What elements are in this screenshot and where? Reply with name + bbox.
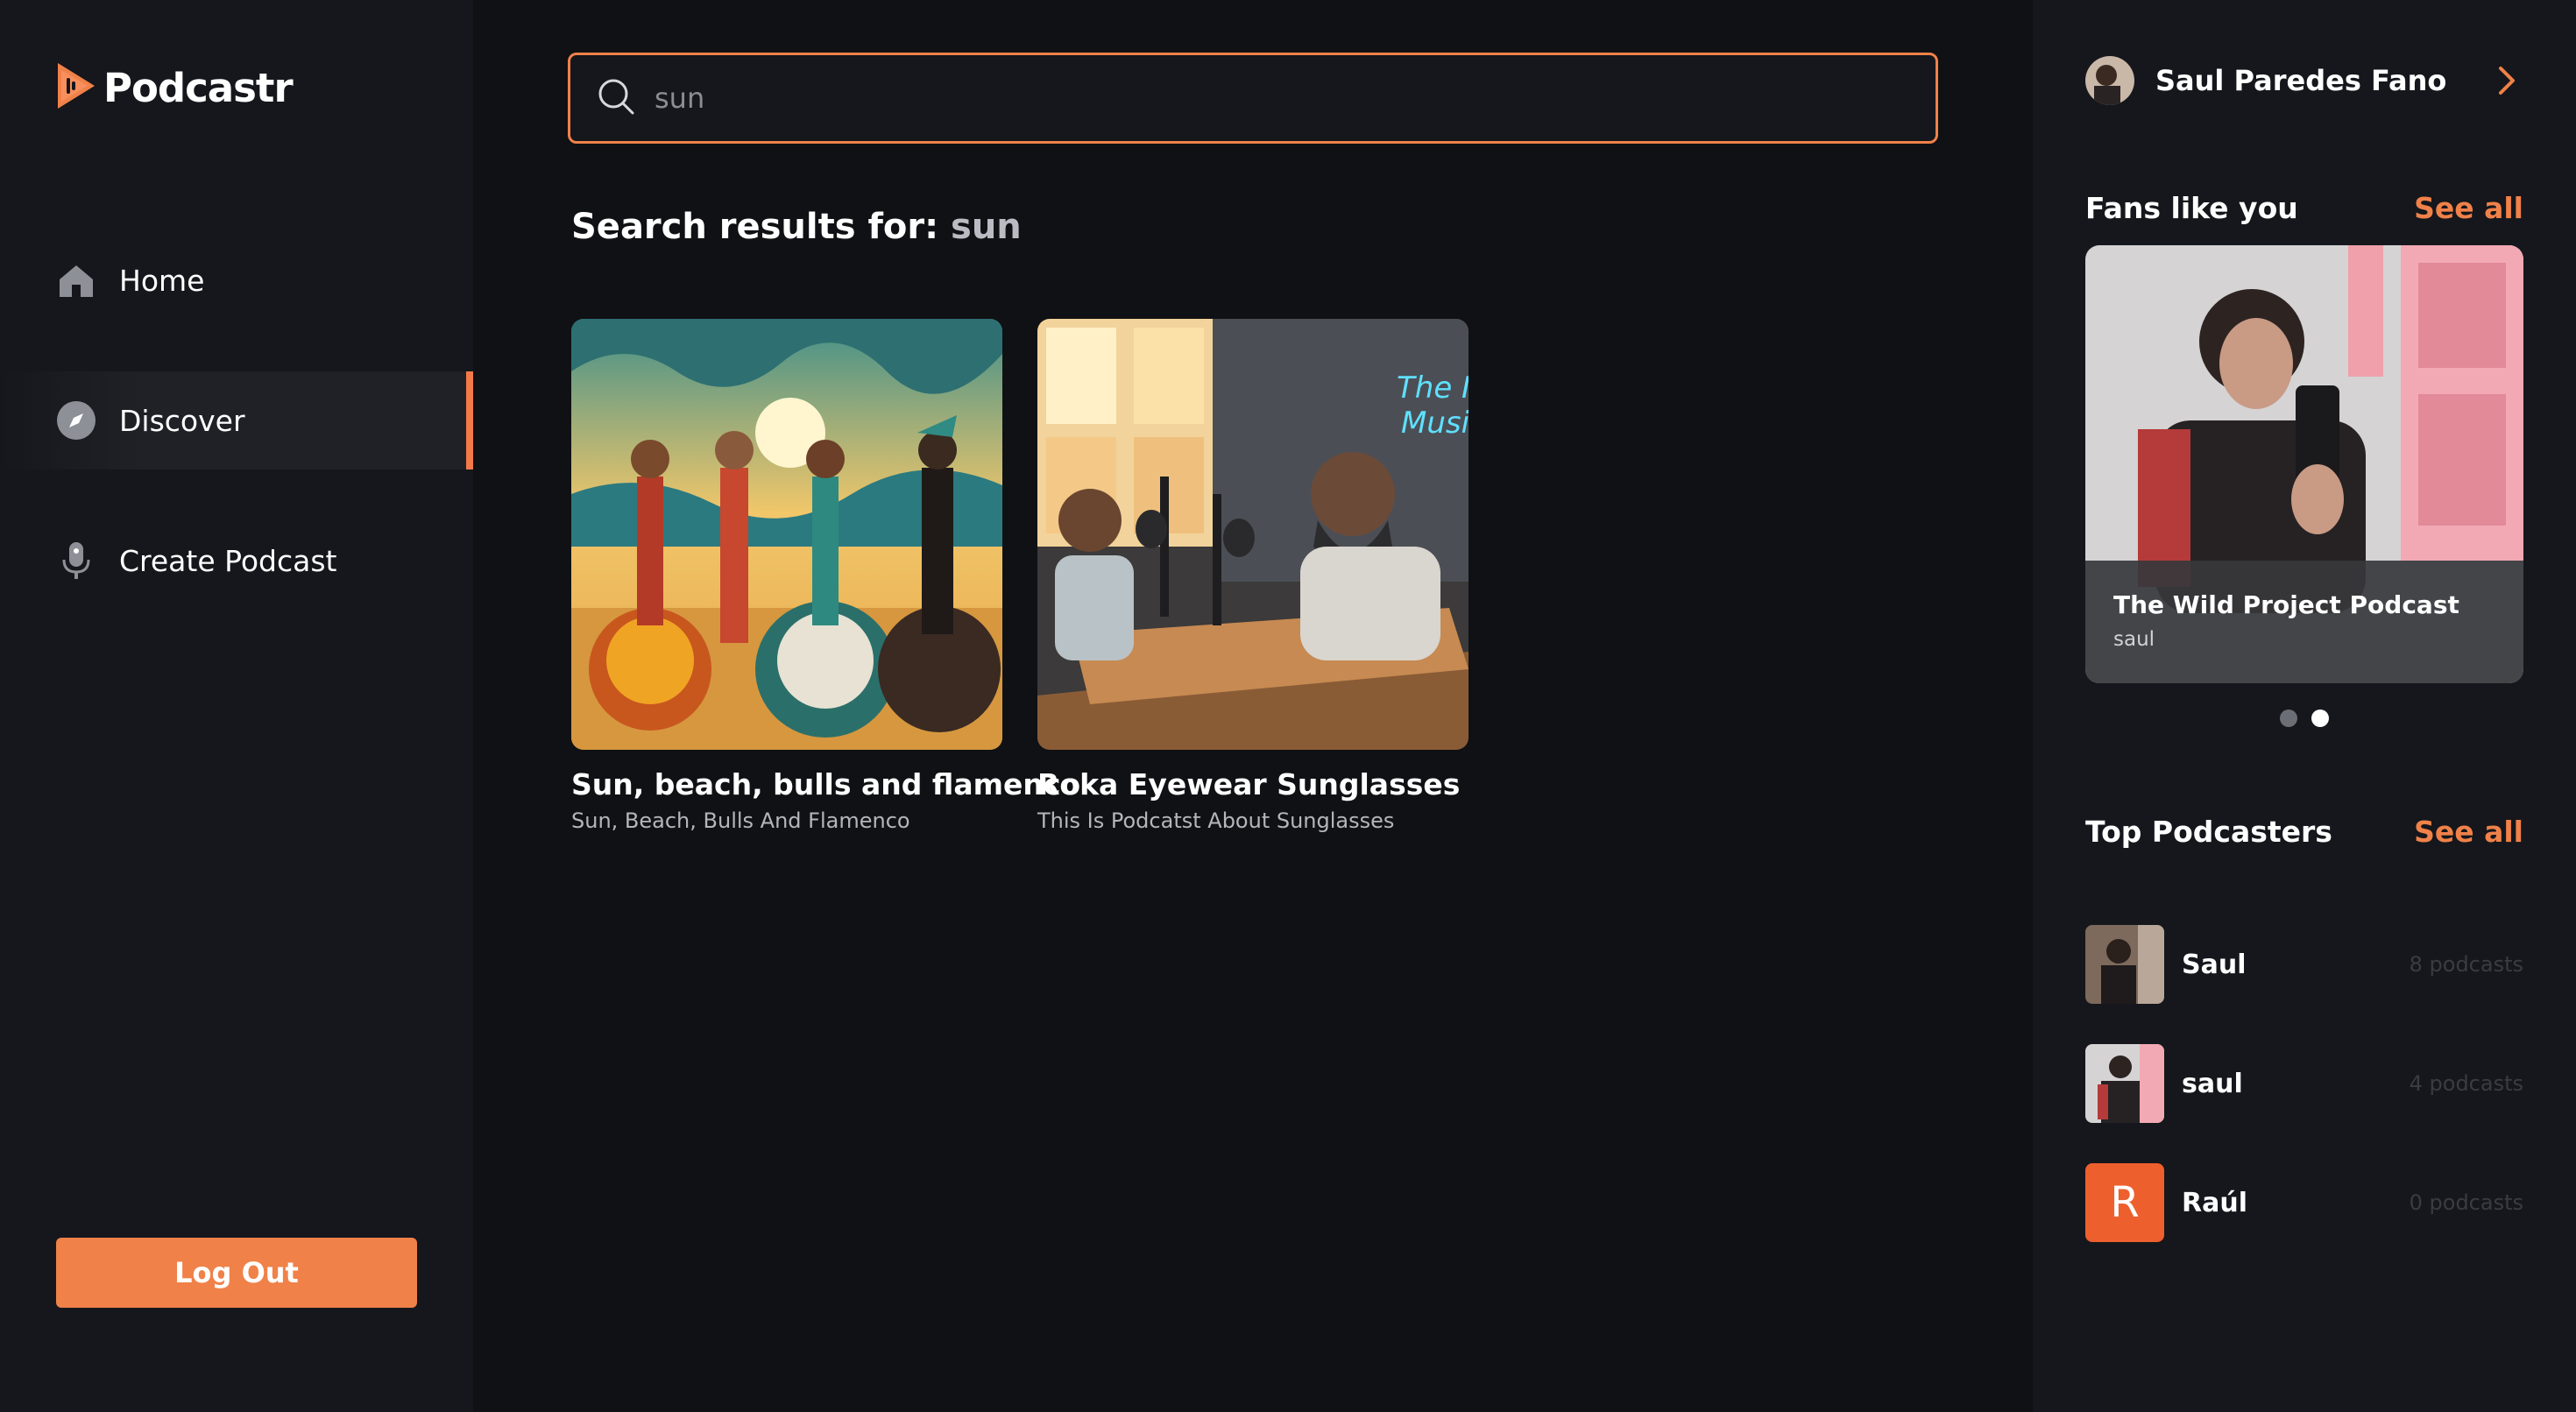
avatar[interactable]	[2085, 925, 2164, 1004]
avatar[interactable]: R	[2085, 1163, 2164, 1242]
carousel-dot[interactable]	[2280, 710, 2297, 727]
search-box[interactable]	[568, 53, 1938, 144]
user-name[interactable]: Saul Paredes Fano	[2155, 64, 2467, 97]
search-input[interactable]	[655, 81, 1794, 115]
sidebar-item-label: Discover	[119, 403, 245, 438]
app-name: Podcastr	[103, 64, 294, 111]
svg-text:The Icon: The Icon	[1397, 371, 1468, 406]
avatar[interactable]	[2085, 56, 2134, 105]
podcast-card-description: This Is Podcatst About Sunglasses	[1037, 808, 1395, 833]
logo-icon	[54, 61, 98, 114]
carousel-dots	[2085, 710, 2523, 727]
search-icon	[597, 77, 635, 119]
podcaster-row[interactable]: saul 4 podcasts	[2085, 1044, 2523, 1123]
podcast-card[interactable]: Sun, beach, bulls and flamenco Sun, Beac…	[571, 319, 1080, 833]
svg-text:Music: Music	[1401, 406, 1468, 441]
compass-icon	[56, 400, 96, 441]
fans-section-header: Fans like you See all	[2085, 191, 2523, 225]
left-sidebar: Podcastr Home Discover Create Podcast Lo…	[0, 0, 473, 1412]
podcast-cover-image[interactable]	[571, 319, 1002, 750]
sidebar-item-discover[interactable]: Discover	[0, 371, 473, 469]
carousel-dot-active[interactable]	[2311, 710, 2329, 727]
results-query: sun	[951, 207, 1022, 247]
podcaster-count: 8 podcasts	[2409, 952, 2523, 977]
fan-podcast-card[interactable]: The Wild Project Podcast saul	[2085, 245, 2523, 683]
app-logo[interactable]: Podcastr	[54, 61, 294, 114]
podcast-card-title[interactable]: Sun, beach, bulls and flamenco	[571, 767, 1080, 801]
podcaster-count: 4 podcasts	[2409, 1071, 2523, 1096]
top-podcasters-see-all-link[interactable]: See all	[2414, 815, 2523, 849]
podcast-card-title[interactable]: Roka Eyewear Sunglasses	[1037, 767, 1468, 801]
podcast-card[interactable]: The Icon Music Roka Eyewear Sunglasses T…	[1037, 319, 1468, 833]
podcaster-count: 0 podcasts	[2409, 1190, 2523, 1215]
avatar[interactable]	[2085, 1044, 2164, 1123]
podcast-card-description: Sun, Beach, Bulls And Flamenco	[571, 808, 910, 833]
sidebar-item-create-podcast[interactable]: Create Podcast	[0, 512, 473, 610]
sidebar-item-label: Create Podcast	[119, 543, 337, 578]
user-profile[interactable]: Saul Paredes Fano	[2085, 56, 2523, 105]
podcaster-name[interactable]: Saul	[2182, 950, 2392, 980]
chevron-right-icon[interactable]	[2488, 63, 2523, 98]
top-podcasters-title: Top Podcasters	[2085, 815, 2332, 849]
fan-card-author: saul	[2113, 628, 2155, 651]
right-sidebar: Saul Paredes Fano Fans like you See all …	[2033, 0, 2576, 1412]
results-heading-prefix: Search results for:	[571, 207, 952, 247]
microphone-icon	[56, 540, 96, 581]
top-podcasters-header: Top Podcasters See all	[2085, 815, 2523, 849]
home-icon	[56, 260, 96, 300]
results-heading: Search results for: sun	[571, 207, 1022, 247]
sidebar-item-label: Home	[119, 263, 205, 298]
fans-section-title: Fans like you	[2085, 191, 2298, 225]
sidebar-item-home[interactable]: Home	[0, 231, 473, 329]
logout-button[interactable]: Log Out	[56, 1238, 417, 1308]
fan-card-overlay: The Wild Project Podcast saul	[2085, 561, 2523, 683]
podcaster-row[interactable]: R Raúl 0 podcasts	[2085, 1163, 2523, 1242]
podcaster-row[interactable]: Saul 8 podcasts	[2085, 925, 2523, 1004]
fan-card-title[interactable]: The Wild Project Podcast	[2113, 590, 2495, 619]
podcaster-name[interactable]: saul	[2182, 1069, 2392, 1099]
podcast-cover-image[interactable]: The Icon Music	[1037, 319, 1468, 750]
fans-see-all-link[interactable]: See all	[2414, 191, 2523, 225]
podcaster-name[interactable]: Raúl	[2182, 1188, 2392, 1218]
